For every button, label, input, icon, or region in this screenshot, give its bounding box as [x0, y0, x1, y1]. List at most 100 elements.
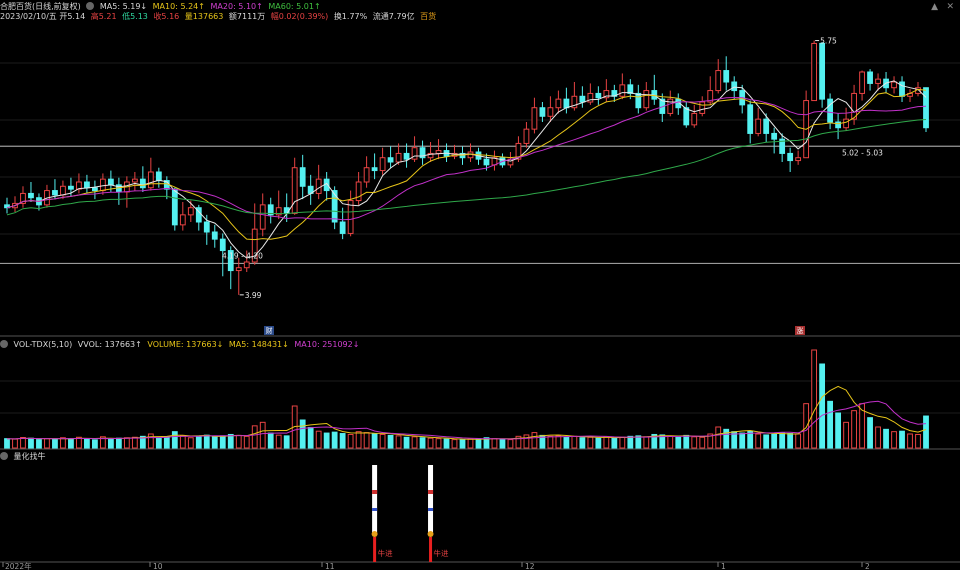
volume-bar — [683, 434, 690, 449]
volume-bar — [147, 433, 154, 449]
volume-bars — [4, 349, 929, 449]
indicator-name[interactable]: 量化找牛 — [14, 452, 46, 461]
volume-bar — [899, 430, 905, 449]
candle-body — [84, 181, 90, 189]
x-tick-label: 2 — [865, 562, 870, 570]
candle-body — [595, 92, 602, 99]
vvol-label: VVOL: 137663↑ — [77, 340, 142, 349]
volume-bar — [451, 439, 458, 449]
signal-label: 牛进 — [378, 548, 393, 558]
low-value: 低5.13 — [122, 12, 148, 21]
x-tick-label: 12 — [525, 562, 535, 570]
volume-bar — [267, 432, 274, 449]
candle-body — [723, 70, 730, 83]
sector-tag[interactable]: 百货 — [420, 12, 436, 21]
candle-body — [235, 267, 242, 272]
candle-body — [187, 207, 194, 216]
vol-ma10-label: MA10: 251092↓ — [294, 340, 360, 349]
candle-body — [171, 188, 178, 226]
signal-markers: 牛进牛进牛进 — [371, 465, 449, 562]
volume-value: 量137663 — [184, 12, 224, 21]
indicator-header: 量化找牛 — [0, 451, 49, 462]
candle-body — [379, 157, 386, 172]
candle-body — [851, 92, 857, 120]
volume-bar — [771, 433, 778, 449]
volume-bar — [491, 438, 498, 449]
zhang-badge: 涨 — [797, 326, 804, 335]
volume-bar — [227, 433, 234, 449]
volume-bar — [427, 437, 434, 449]
signal-band-red — [428, 490, 434, 494]
signal-band-red — [372, 490, 378, 494]
volume-bar — [563, 436, 570, 449]
volume-bar — [499, 438, 506, 449]
volume-bar — [251, 425, 258, 449]
volume-bar — [259, 421, 266, 449]
vol-indicator-name[interactable]: VOL-TDX(5,10) — [14, 340, 73, 349]
candle-body — [755, 118, 762, 134]
volume-bar — [323, 432, 330, 449]
grid-lines — [0, 62, 960, 563]
volume-bar — [739, 432, 746, 449]
volume-bar — [763, 434, 770, 449]
candle-body — [291, 167, 298, 214]
volume-bar — [155, 437, 162, 449]
signal-band-blue — [428, 508, 434, 511]
volume-bar — [411, 436, 418, 449]
close-icon[interactable]: ✕ — [946, 2, 954, 12]
volume-bar — [475, 438, 482, 449]
date-open: 2023/02/10/五 开5.14 — [0, 12, 86, 21]
volume-bar — [443, 438, 450, 449]
volume-bar — [843, 421, 849, 449]
x-tick-label: 10 — [153, 562, 163, 570]
candle-body — [763, 118, 770, 134]
ma10-line — [6, 88, 927, 241]
volume-bar — [923, 415, 929, 449]
signal-label: 牛进 — [434, 548, 449, 558]
volume-bar — [315, 430, 322, 449]
up-arrow-icon[interactable]: ▲ — [931, 2, 938, 12]
candle-body — [203, 221, 210, 233]
candle-body — [619, 84, 626, 97]
float-value: 流通7.79亿 — [372, 12, 415, 21]
volume-label: VOLUME: 137663↓ — [147, 340, 224, 349]
signal-stem — [429, 537, 433, 562]
candle-body — [563, 98, 570, 109]
candle-body — [52, 190, 58, 196]
ind-settings-icon[interactable] — [0, 452, 8, 460]
candle-body — [835, 121, 841, 129]
quote-line: 2023/02/10/五 开5.14 高5.21 低5.13 收5.16 量13… — [0, 11, 439, 22]
volume-bar — [419, 437, 426, 449]
x-tick-label: 11 — [325, 562, 335, 570]
volume-bar — [403, 436, 410, 449]
volume-bar — [331, 431, 338, 449]
volume-bar — [627, 435, 634, 449]
volume-bar — [547, 435, 554, 449]
volume-bar — [459, 439, 466, 449]
candle-body — [68, 185, 74, 190]
volume-bar — [363, 432, 370, 449]
volume-bar — [667, 435, 674, 449]
volume-bar — [179, 435, 186, 449]
candle-body — [387, 157, 394, 163]
signal-stem — [373, 537, 377, 562]
volume-bar — [587, 436, 594, 449]
volume-bar — [219, 435, 226, 449]
signal-dot — [371, 531, 378, 537]
volume-bar — [595, 437, 602, 449]
candle-body — [211, 231, 218, 240]
stock-title[interactable]: 合肥百货(日线,前复权) — [0, 2, 81, 11]
candle-body — [923, 87, 929, 129]
volume-bar — [643, 436, 650, 449]
turnover-value: 换1.77% — [333, 12, 368, 21]
candle-body — [155, 171, 162, 182]
volume-bar — [52, 438, 58, 449]
volume-bar — [827, 400, 834, 449]
settings-icon[interactable] — [86, 2, 95, 10]
candle-body — [395, 152, 402, 163]
moving-average-lines — [6, 80, 927, 259]
volume-bar — [891, 431, 897, 449]
kline-chart[interactable]: 5.753.994.19 - 4.205.02 - 5.03财涨 牛进牛进牛进 … — [0, 0, 960, 570]
candle-body — [339, 221, 346, 234]
vol-settings-icon[interactable] — [0, 340, 8, 348]
